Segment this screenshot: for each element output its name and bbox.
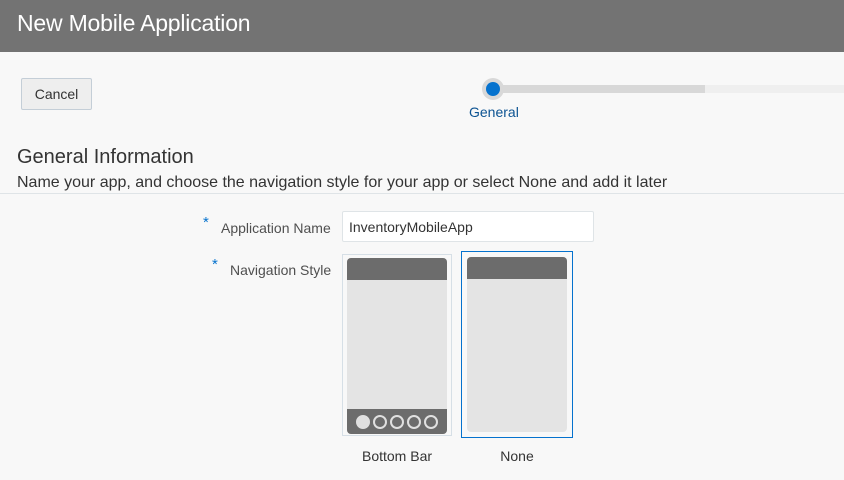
phone-preview-icon <box>467 257 567 432</box>
required-icon: * <box>203 214 209 231</box>
required-icon: * <box>212 256 218 273</box>
nav-style-option-bottom-bar[interactable] <box>342 254 452 436</box>
navigation-style-label: Navigation Style <box>230 262 332 278</box>
nav-style-label-bottom-bar[interactable]: Bottom Bar <box>342 448 452 464</box>
tab-dot-icon <box>356 414 370 429</box>
bottom-bar-preview <box>347 409 447 434</box>
application-name-label: Application Name <box>221 220 331 236</box>
current-step-icon <box>486 82 500 96</box>
divider <box>0 193 844 194</box>
phone-header <box>347 258 447 280</box>
phone-preview-icon <box>347 258 447 434</box>
section-title: General Information <box>17 146 194 168</box>
application-name-input[interactable] <box>342 211 594 242</box>
train-stop-general[interactable] <box>482 78 504 100</box>
train-progress-bar <box>493 85 705 93</box>
tab-dot-icon <box>424 414 438 429</box>
tab-dot-icon <box>373 414 387 429</box>
nav-style-label-none[interactable]: None <box>461 448 573 464</box>
cancel-button[interactable]: Cancel <box>21 78 92 110</box>
tab-dot-icon <box>407 414 421 429</box>
page-title: New Mobile Application <box>17 10 251 36</box>
section-description: Name your app, and choose the navigation… <box>17 174 668 191</box>
title-bar: New Mobile Application <box>0 0 844 52</box>
tab-dot-icon <box>390 414 404 429</box>
phone-header <box>467 257 567 279</box>
nav-style-option-none[interactable] <box>461 251 573 438</box>
train-step-label[interactable]: General <box>469 104 519 120</box>
